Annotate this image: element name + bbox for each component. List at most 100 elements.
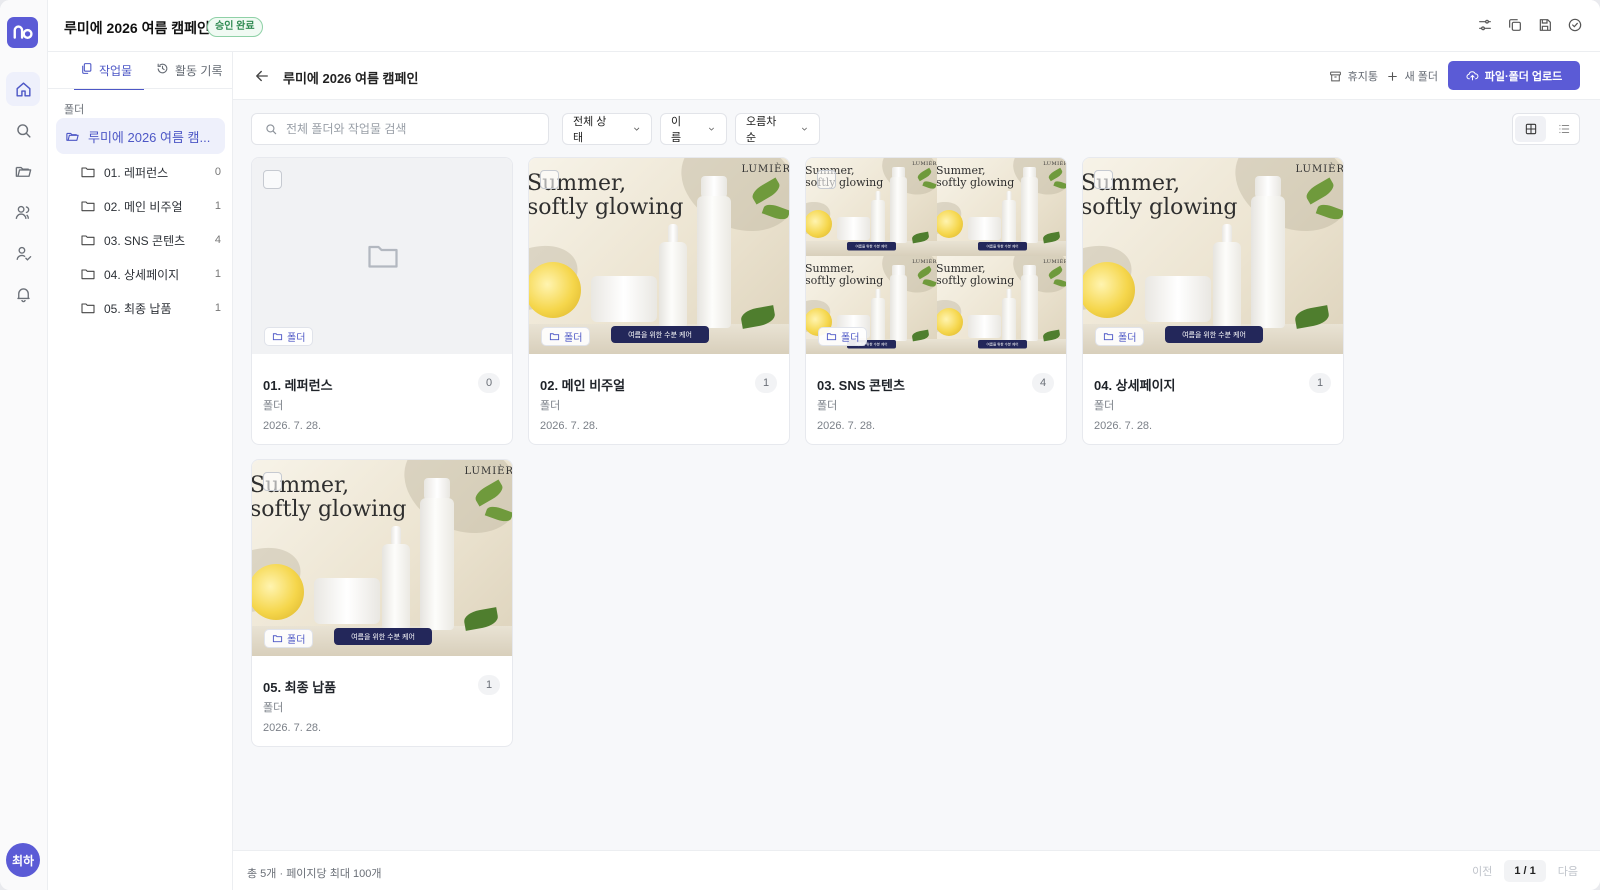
trash-button[interactable]: 휴지통 xyxy=(1329,66,1378,86)
rail-users-button[interactable] xyxy=(6,195,40,229)
card-checkbox[interactable] xyxy=(263,170,282,189)
folder-open-icon xyxy=(66,132,79,141)
list-view-button[interactable] xyxy=(1548,114,1579,144)
bottle xyxy=(420,498,454,630)
dropper-bottle xyxy=(871,200,885,243)
files-icon xyxy=(82,63,92,74)
search-box[interactable] xyxy=(251,113,549,145)
sidebar-item-detail-page[interactable]: 04. 상세페이지 1 xyxy=(80,262,225,286)
folder-card-reference[interactable]: 폴더 01. 레퍼런스 0 폴더 2026. 7. 28. xyxy=(251,157,513,445)
folder-icon xyxy=(81,269,95,280)
sidebar-item-reference[interactable]: 01. 레퍼런스 0 xyxy=(80,160,225,184)
folder-icon xyxy=(81,235,95,246)
sidebar-item-final-delivery[interactable]: 05. 최종 납품 1 xyxy=(80,296,225,320)
folder-tag: 폴더 xyxy=(1095,327,1145,346)
sidebar-item-main-visual[interactable]: 02. 메인 비주얼 1 xyxy=(80,194,225,218)
bottle xyxy=(890,275,907,341)
cream-jar xyxy=(837,217,870,240)
dropper-bottle xyxy=(382,544,410,630)
folder-card-detail-page[interactable]: Summer, softly glowing LUMIÈR 여름을 위한 수분 케… xyxy=(1082,157,1344,445)
rail-user-check-button[interactable] xyxy=(6,236,40,270)
folder-card-main-visual[interactable]: Summer, softly glowing LUMIÈR 여름을 위한 수분 케… xyxy=(528,157,790,445)
rail-notifications-button[interactable] xyxy=(6,277,40,311)
sort-order-select[interactable]: 오름차순 xyxy=(735,113,820,145)
home-icon xyxy=(15,81,31,97)
page-indicator: 1 / 1 xyxy=(1504,860,1546,882)
rail-home-button[interactable] xyxy=(6,72,40,106)
project-title: 루미에 2026 여름 캠페인 xyxy=(64,20,210,36)
campaign-image: Summer,softly glowing LUMIÈR 여름을 위한 수분 케… xyxy=(529,158,789,354)
upload-button[interactable]: 파일·폴더 업로드 xyxy=(1448,61,1580,90)
ad-headline-line: softly glowing xyxy=(252,497,407,522)
lemon-slice xyxy=(937,308,963,336)
grid-view-button[interactable] xyxy=(1515,116,1546,142)
cloud-upload-icon xyxy=(1466,71,1479,81)
card-checkbox[interactable] xyxy=(817,170,836,189)
sort-field-value: 이름 xyxy=(671,116,682,144)
next-page-button[interactable]: 다음 xyxy=(1558,863,1578,879)
sidebar-item-label: 05. 최종 납품 xyxy=(104,301,172,316)
card-checkbox[interactable] xyxy=(263,472,282,491)
card-name: 03. SNS 콘텐츠 xyxy=(817,378,905,393)
ad-brand: LUMIÈR xyxy=(1295,164,1343,175)
tab-works[interactable]: 작업물 xyxy=(74,62,144,90)
dropper-bottle xyxy=(1213,242,1241,328)
folder-card-final-delivery[interactable]: Summer, softly glowing LUMIÈR 여름을 위한 수분 케… xyxy=(251,459,513,747)
status-filter[interactable]: 전체 상태 xyxy=(562,113,652,145)
root-folder-item[interactable]: 루미에 2026 여름 캠... xyxy=(56,118,225,154)
new-folder-button[interactable]: 새 폴더 xyxy=(1386,66,1438,86)
rail-search-button[interactable] xyxy=(6,113,40,147)
card-checkbox[interactable] xyxy=(1094,170,1113,189)
folder-placeholder-icon xyxy=(368,245,398,268)
ad-headline-line: softly glowing xyxy=(806,274,884,287)
card-checkbox[interactable] xyxy=(540,170,559,189)
bottle xyxy=(697,196,731,328)
duplicate-button[interactable] xyxy=(1506,16,1524,34)
ad-brand: LUMIÈR xyxy=(1043,161,1066,167)
grid-icon xyxy=(1525,123,1536,135)
folder-card-sns[interactable]: Summer,softly glowing LUMIÈR 여름을 위한 수분 케… xyxy=(805,157,1067,445)
bottle-cap xyxy=(701,176,727,198)
prev-page-button[interactable]: 이전 xyxy=(1472,863,1492,879)
sidebar-item-label: 04. 상세페이지 xyxy=(104,267,180,282)
ad-cta-label: 여름을 위한 수분 케어 xyxy=(978,340,1027,349)
plus-icon xyxy=(1387,71,1397,81)
complete-button[interactable] xyxy=(1566,16,1584,34)
sort-field-select[interactable]: 이름 xyxy=(660,113,727,145)
trash-label: 휴지통 xyxy=(1347,71,1378,83)
folder-tag-label: 폴더 xyxy=(1118,333,1137,344)
folder-open-icon xyxy=(15,166,31,177)
user-avatar[interactable]: 최하 xyxy=(6,843,40,877)
card-type: 폴더 xyxy=(817,400,838,412)
settings-button[interactable] xyxy=(1476,16,1494,34)
ad-brand: LUMIÈR xyxy=(741,164,789,175)
bell-icon xyxy=(16,287,30,302)
search-icon xyxy=(266,124,277,135)
bottle xyxy=(1021,275,1038,341)
card-date: 2026. 7. 28. xyxy=(263,722,322,734)
folder-icon xyxy=(1103,333,1114,341)
tab-activity[interactable]: 활동 기록 xyxy=(150,62,230,90)
ad-headline: Summer,softly glowing xyxy=(806,263,883,287)
ad-headline: Summer,softly glowing xyxy=(937,165,1014,189)
cream-jar xyxy=(968,217,1001,240)
rail-folder-button[interactable] xyxy=(6,154,40,188)
app-logo[interactable] xyxy=(7,17,38,48)
ad-headline-line: Summer, xyxy=(937,262,986,275)
save-button[interactable] xyxy=(1536,16,1554,34)
top-bar: 루미에 2026 여름 캠페인 승인 완료 xyxy=(48,0,1600,52)
campaign-image: Summer,softly glowing LUMIÈR 여름을 위한 수분 케… xyxy=(937,256,1066,354)
list-icon xyxy=(1558,124,1569,134)
search-input[interactable] xyxy=(286,122,526,136)
dropper-bottle xyxy=(659,242,687,328)
cream-jar xyxy=(968,315,1001,338)
pagination-footer: 총 5개 · 페이지당 최대 100개 이전 1 / 1 다음 xyxy=(233,850,1600,890)
top-actions xyxy=(1476,16,1584,34)
sidebar-item-label: 02. 메인 비주얼 xyxy=(104,199,183,214)
cream-jar xyxy=(591,276,657,322)
dropper-cap xyxy=(668,224,678,244)
back-arrow-icon[interactable] xyxy=(253,67,271,85)
sidebar-item-sns[interactable]: 03. SNS 콘텐츠 4 xyxy=(80,228,225,252)
card-type: 폴더 xyxy=(540,400,561,412)
save-icon xyxy=(1539,19,1551,31)
